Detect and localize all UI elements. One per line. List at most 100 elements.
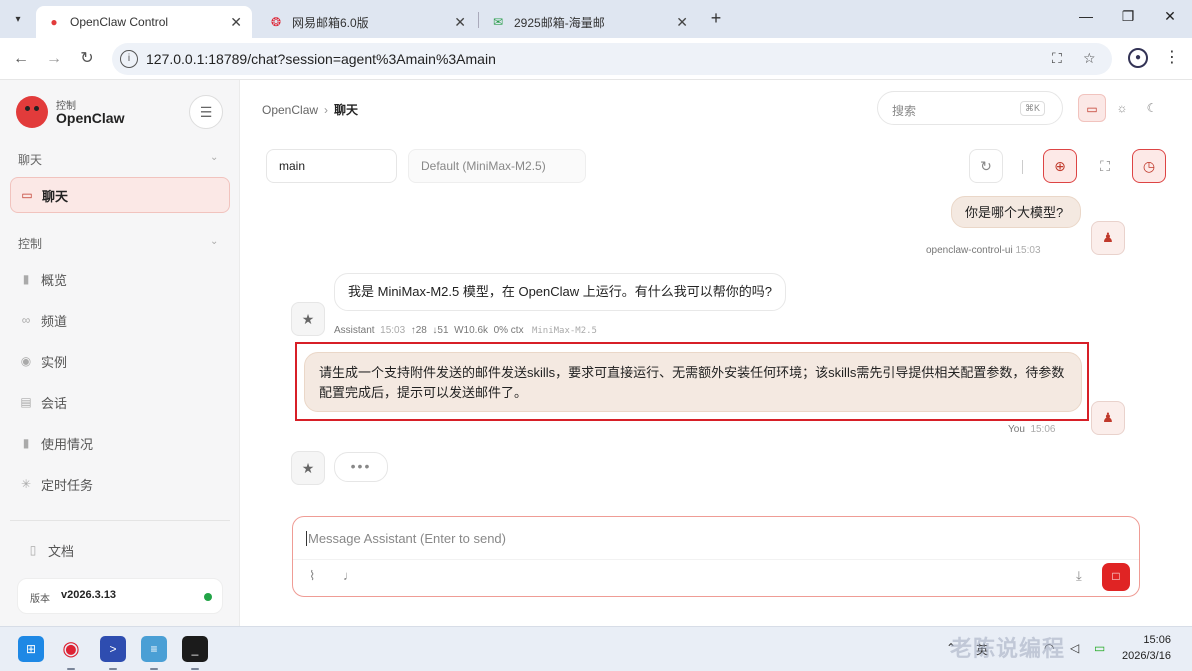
powershell-icon[interactable]: > (100, 636, 126, 662)
message-sender: openclaw-control-ui (926, 245, 1013, 256)
speaker-icon[interactable]: ◁ (1070, 641, 1079, 655)
back-arrow-icon[interactable]: ← (10, 48, 32, 70)
microphone-icon[interactable]: ♩ (343, 568, 356, 583)
message-model: MiniMax-M2.5 (531, 326, 597, 336)
broadcast-icon: ◉ (20, 354, 32, 368)
message-composer[interactable]: Message Assistant (Enter to send) ⌇ ♩ ⤓ … (292, 516, 1140, 597)
sidebar-section-chat[interactable]: 聊天 (18, 151, 42, 168)
battery-icon[interactable]: ▭ (1094, 641, 1105, 655)
user-avatar-icon: ♟ (1091, 221, 1125, 255)
taskbar-running-indicator (109, 668, 117, 670)
sidebar: 控制 OpenClaw ☰ 聊天 ⌄ ▭ 聊天 控制 ⌄ ▮ 概览 ∞ 频道 ◉… (0, 80, 240, 626)
translate-icon[interactable]: ⛶ (1052, 50, 1062, 67)
breadcrumb-current: 聊天 (334, 103, 359, 117)
sidebar-item-docs[interactable]: ▯ 文档 (17, 532, 237, 568)
windows-start-icon[interactable]: ⊞ (18, 636, 44, 662)
chevron-down-icon[interactable]: ⌄ (210, 236, 218, 247)
context-window: W10.6k (454, 325, 489, 336)
browser-tab-netease[interactable]: ❂ 网易邮箱6.0版 ✕ (258, 6, 476, 38)
browser-tab-2925[interactable]: ✉ 2925邮箱-海量邮 ✕ (480, 6, 698, 38)
tab-title: OpenClaw Control (70, 15, 169, 29)
sidebar-item-label: 定时任务 (41, 477, 94, 493)
sidebar-item-label: 概览 (41, 272, 68, 288)
status-dot (204, 593, 212, 601)
stop-button[interactable]: □ (1102, 563, 1130, 591)
assistant-avatar-icon: ★ (291, 451, 325, 485)
theme-system-monitor-icon[interactable]: ▭ (1078, 94, 1106, 122)
clock-icon: ◷ (1142, 158, 1156, 174)
notepad-icon[interactable]: ≡ (141, 636, 167, 662)
openclaw-logo-icon (16, 96, 48, 128)
session-select[interactable]: main (266, 149, 397, 183)
url-text[interactable]: 127.0.0.1:18789/chat?session=agent%3Amai… (146, 51, 496, 67)
download-icon[interactable]: ⤓ (1076, 568, 1082, 584)
new-tab-button[interactable]: + (706, 8, 726, 28)
forward-arrow-icon[interactable]: → (43, 48, 65, 70)
chat-bubble-icon: ▭ (21, 188, 33, 202)
terminal-icon[interactable]: _ (182, 636, 208, 662)
netease-mail-icon: ❂ (270, 15, 282, 29)
refresh-icon: ↻ (980, 158, 992, 174)
hamburger-icon: ☰ (199, 103, 213, 120)
chrome-icon[interactable]: ◉ (58, 636, 84, 662)
reload-icon[interactable]: ↻ (76, 48, 98, 70)
composer-placeholder[interactable]: Message Assistant (Enter to send) (306, 531, 506, 546)
chevron-down-icon[interactable]: ⌄ (210, 152, 218, 163)
message-meta: Assistant 15:03 ↑28 ↓51 W10.6k 0% ctx Mi… (334, 325, 597, 336)
message-sender: You (1008, 424, 1025, 435)
window-close-icon[interactable]: ✕ (1160, 8, 1180, 25)
sidebar-item-instances[interactable]: ◉ 实例 (10, 343, 230, 379)
focus-mode-button[interactable]: ⛶ (1088, 149, 1122, 183)
refresh-button[interactable]: ↻ (969, 149, 1003, 183)
model-select[interactable]: Default (MiniMax-M2.5) (408, 149, 586, 183)
breadcrumb-root[interactable]: OpenClaw (262, 103, 318, 117)
sidebar-item-label: 实例 (41, 354, 68, 370)
sidebar-item-cron[interactable]: ✳ 定时任务 (10, 466, 230, 502)
sidebar-item-chat[interactable]: ▭ 聊天 (10, 177, 230, 213)
sidebar-item-label: 会话 (41, 395, 68, 411)
close-icon[interactable]: ✕ (676, 14, 688, 31)
bookmark-star-icon[interactable]: ☆ (1083, 50, 1096, 67)
thinking-toggle-button[interactable]: ⊕ (1043, 149, 1077, 183)
system-clock[interactable]: 15:06 2026/3/16 (1122, 632, 1171, 664)
browser-tab-openclaw[interactable]: ● OpenClaw Control ✕ (36, 6, 252, 38)
tab-title: 2925邮箱-海量邮 (514, 15, 605, 30)
sidebar-item-overview[interactable]: ▮ 概览 (10, 261, 230, 297)
user-message-bubble: 请生成一个支持附件发送的邮件发送skills，要求可直接运行、无需额外安装任何环… (304, 352, 1082, 412)
version-label: 版本 (30, 594, 50, 605)
sidebar-item-channels[interactable]: ∞ 频道 (10, 302, 230, 338)
sidebar-item-usage[interactable]: ▮ 使用情况 (10, 425, 230, 461)
book-icon: ▯ (29, 543, 37, 557)
tokens-up: ↑28 (410, 325, 427, 336)
sidebar-item-label: 使用情况 (41, 436, 94, 452)
taskbar-running-indicator (67, 668, 75, 670)
bar-chart-icon: ▮ (22, 436, 30, 450)
theme-dark-moon-icon[interactable]: ☾ (1138, 94, 1166, 122)
history-button[interactable]: ◷ (1132, 149, 1166, 183)
restore-icon[interactable]: ❐ (1118, 8, 1138, 25)
profile-avatar-icon[interactable]: ● (1128, 48, 1148, 68)
tab-search-dropdown-icon[interactable]: ▾ (6, 8, 30, 30)
browser-menu-icon[interactable]: ⋮ (1164, 47, 1180, 67)
clock-date: 2026/3/16 (1122, 650, 1171, 662)
clock-time: 15:06 (1143, 634, 1171, 646)
url-omnibox[interactable]: i 127.0.0.1:18789/chat?session=agent%3Am… (112, 43, 1112, 75)
toolbar-divider (1022, 160, 1023, 174)
taskbar-running-indicator (150, 668, 158, 670)
search-placeholder: 搜索 (892, 104, 917, 118)
minimize-icon[interactable]: — (1076, 8, 1096, 24)
search-input[interactable]: 搜索 ⌘K (877, 91, 1063, 125)
brain-icon: ⊕ (1054, 158, 1066, 174)
version-badge: 版本 v2026.3.13 (17, 578, 223, 614)
close-icon[interactable]: ✕ (454, 14, 466, 31)
message-time: 15:03 (1015, 245, 1041, 256)
tab-divider (478, 12, 479, 28)
sidebar-menu-button[interactable]: ☰ (189, 95, 223, 129)
sidebar-item-sessions[interactable]: ▤ 会话 (10, 384, 230, 420)
browser-tabstrip: ▾ ● OpenClaw Control ✕ ❂ 网易邮箱6.0版 ✕ ✉ 29… (0, 0, 1192, 38)
attachment-paperclip-icon[interactable]: ⌇ (309, 568, 315, 584)
theme-light-sun-icon[interactable]: ☼ (1108, 94, 1136, 122)
close-icon[interactable]: ✕ (230, 14, 242, 31)
sidebar-section-control[interactable]: 控制 (18, 235, 42, 252)
site-info-icon[interactable]: i (120, 50, 138, 68)
